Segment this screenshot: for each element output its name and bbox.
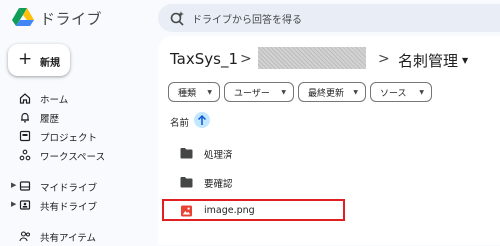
shared-drive-icon — [19, 200, 31, 210]
sidebar-item-my-drive[interactable]: ▶ マイドライブ — [0, 178, 150, 196]
new-button-label: 新規 — [40, 58, 60, 69]
chevron-down-icon: ▼ — [419, 89, 424, 96]
filter-chip-type[interactable]: 種類 ▼ — [168, 82, 220, 102]
drive-logo-icon[interactable] — [12, 7, 34, 27]
filter-chip-label: ソース — [380, 89, 407, 99]
arrow-up-icon — [197, 114, 207, 125]
sidebar-item-shared-drives[interactable]: ▶ 共有ドライブ — [0, 197, 150, 215]
file-name: 処理済 — [204, 150, 233, 161]
highlight-box — [162, 199, 345, 221]
sidebar-item-label: 共有ドライブ — [40, 202, 98, 213]
file-browser-panel: TaxSys_1 > > 名刺管理 ▼ 種類 ▼ ユーザー ▼ 最終更新 ▼ ソ… — [158, 36, 500, 245]
sidebar-item-history[interactable]: 履歴 — [0, 109, 150, 127]
chevron-down-icon: ▼ — [281, 89, 286, 96]
filter-chip-label: 最終更新 — [308, 89, 345, 99]
chevron-down-icon: ▼ — [353, 89, 358, 96]
file-name: 要確認 — [204, 179, 233, 190]
breadcrumb-redacted[interactable] — [258, 47, 366, 69]
sidebar-item-workspaces[interactable]: ワークスペース — [0, 147, 150, 165]
folder-menu-caret-icon[interactable]: ▼ — [462, 56, 468, 65]
sidebar-item-label: ワークスペース — [40, 152, 106, 163]
filter-chip-label: ユーザー — [234, 89, 270, 99]
new-button[interactable]: + 新規 — [8, 44, 70, 76]
workspace-icon — [19, 149, 31, 161]
name-column-header[interactable]: 名前 — [170, 115, 189, 129]
sidebar-item-label: プロジェクト — [40, 133, 98, 144]
filter-chip-modified[interactable]: 最終更新 ▼ — [298, 82, 366, 102]
app-title[interactable]: ドライブ — [40, 8, 102, 29]
drive-icon — [19, 181, 31, 191]
sort-direction-button[interactable] — [194, 112, 210, 128]
people-icon — [19, 231, 30, 242]
home-icon — [19, 93, 31, 104]
sidebar-item-projects[interactable]: プロジェクト — [0, 128, 150, 146]
search-input[interactable]: ドライブから回答を得る — [192, 11, 302, 26]
sidebar-item-shared-with-me[interactable]: 共有アイテム — [0, 228, 150, 246]
breadcrumb-root[interactable]: TaxSys_1 — [170, 50, 238, 68]
folder-icon — [180, 177, 193, 188]
sidebar-item-label: 履歴 — [40, 114, 60, 125]
breadcrumb-separator-icon: > — [240, 51, 252, 67]
expand-caret-icon[interactable]: ▶ — [11, 181, 16, 189]
file-row[interactable]: 要確認 — [158, 171, 500, 193]
search-sparkle-icon — [170, 11, 184, 26]
sidebar-item-label: ホーム — [40, 95, 69, 106]
bell-icon — [21, 112, 29, 123]
file-row[interactable]: 処理済 — [158, 142, 500, 164]
filter-chip-label: 種類 — [178, 89, 197, 99]
sidebar-item-label: マイドライブ — [40, 183, 98, 194]
expand-caret-icon[interactable]: ▶ — [11, 200, 16, 208]
chevron-down-icon: ▼ — [207, 89, 212, 96]
search-bar[interactable]: ドライブから回答を得る — [158, 4, 500, 32]
folder-icon — [180, 148, 193, 159]
filter-chip-source[interactable]: ソース ▼ — [370, 82, 432, 102]
project-icon — [19, 130, 31, 142]
plus-icon: + — [18, 49, 33, 69]
breadcrumb-separator-icon: > — [378, 51, 390, 67]
filter-chip-user[interactable]: ユーザー ▼ — [224, 82, 294, 102]
sidebar-item-label: 共有アイテム — [40, 233, 97, 244]
breadcrumb-current[interactable]: 名刺管理 — [398, 50, 458, 71]
sidebar-item-home[interactable]: ホーム — [0, 90, 150, 108]
